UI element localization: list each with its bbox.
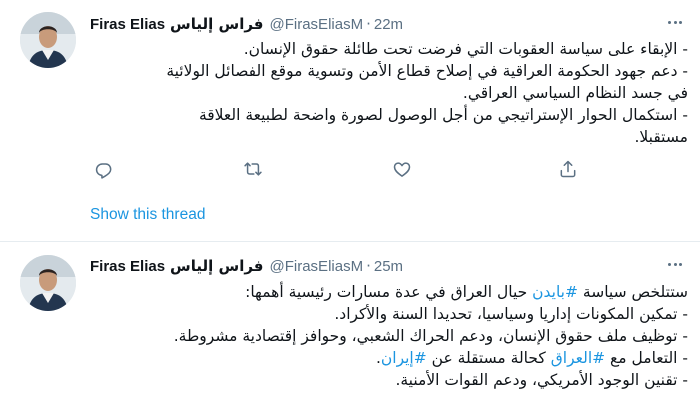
- tweet-line: - توظيف ملف حقوق الإنسان، ودعم الحراك ال…: [173, 327, 688, 345]
- tweet-line: - التعامل مع #العراق كحالة مستقلة عن #إي…: [90, 347, 688, 369]
- more-icon[interactable]: [668, 256, 682, 272]
- author-name[interactable]: Firas Elias: [90, 258, 165, 275]
- author-handle[interactable]: @FirasEliasM: [270, 16, 364, 33]
- tweet-line: مستقبلا.: [634, 128, 688, 146]
- tweet-text: ستتلخص سياسة #بايدن حيال العراق في عدة م…: [90, 281, 688, 391]
- tweet-line: في جسد النظام السياسي العراقي.: [462, 84, 688, 102]
- text-fragment: حيال العراق في عدة مسارات رئيسية أهمها:: [245, 283, 533, 301]
- like-button[interactable]: [390, 157, 414, 181]
- author-name-arabic[interactable]: فراس إلياس: [170, 257, 263, 275]
- share-button[interactable]: [556, 157, 580, 181]
- text-fragment: ستتلخص سياسة: [577, 283, 688, 301]
- tweet-line: - الإبقاء على سياسة العقوبات التي فرضت ت…: [243, 40, 688, 58]
- tweet-line: ستتلخص سياسة #بايدن حيال العراق في عدة م…: [90, 281, 688, 303]
- tweet-line: - دعم جهود الحكومة العراقية في إصلاح قطا…: [166, 62, 688, 80]
- author-name[interactable]: Firas Elias: [90, 16, 165, 33]
- reply-icon: [95, 163, 112, 179]
- tweet-text: - الإبقاء على سياسة العقوبات التي فرضت ت…: [90, 38, 688, 148]
- hashtag-link[interactable]: #العراق: [551, 349, 605, 367]
- author-name-arabic[interactable]: فراس إلياس: [170, 15, 263, 33]
- tweet-line: - تمكين المكونات إداريا وسياسيا، تحديدا …: [334, 305, 688, 323]
- tweet-time[interactable]: 25m: [374, 258, 403, 275]
- tweet-header: Firas Elias فراس إلياس @FirasEliasM · 25…: [90, 255, 403, 277]
- share-icon: [560, 160, 576, 178]
- separator-dot: ·: [366, 257, 371, 275]
- tweet-2[interactable]: Firas Elias فراس إلياس @FirasEliasM · 25…: [0, 242, 700, 403]
- tweet-header: Firas Elias فراس إلياس @FirasEliasM · 22…: [90, 13, 403, 35]
- text-fragment: كحالة مستقلة عن: [426, 349, 551, 367]
- hashtag-link[interactable]: #بايدن: [532, 283, 578, 301]
- more-icon[interactable]: [668, 14, 682, 30]
- like-icon: [393, 162, 411, 177]
- separator-dot: ·: [366, 15, 371, 33]
- tweet-actions: [92, 157, 592, 181]
- tweet-line: - استكمال الحوار الإستراتيجي من أجل الوص…: [198, 106, 688, 124]
- retweet-button[interactable]: [241, 157, 265, 181]
- avatar[interactable]: [20, 12, 76, 68]
- retweet-icon: [244, 162, 262, 176]
- show-thread-link[interactable]: Show this thread: [90, 206, 205, 224]
- text-fragment: - التعامل مع: [605, 349, 688, 367]
- tweet-time[interactable]: 22m: [374, 16, 403, 33]
- tweet-1[interactable]: Firas Elias فراس إلياس @FirasEliasM · 22…: [0, 0, 700, 241]
- hashtag-link[interactable]: #إيران: [381, 349, 427, 367]
- author-handle[interactable]: @FirasEliasM: [270, 258, 364, 275]
- reply-button[interactable]: [92, 157, 116, 181]
- tweet-line: - تقنين الوجود الأمريكي، ودعم القوات الأ…: [395, 371, 688, 389]
- avatar[interactable]: [20, 255, 76, 311]
